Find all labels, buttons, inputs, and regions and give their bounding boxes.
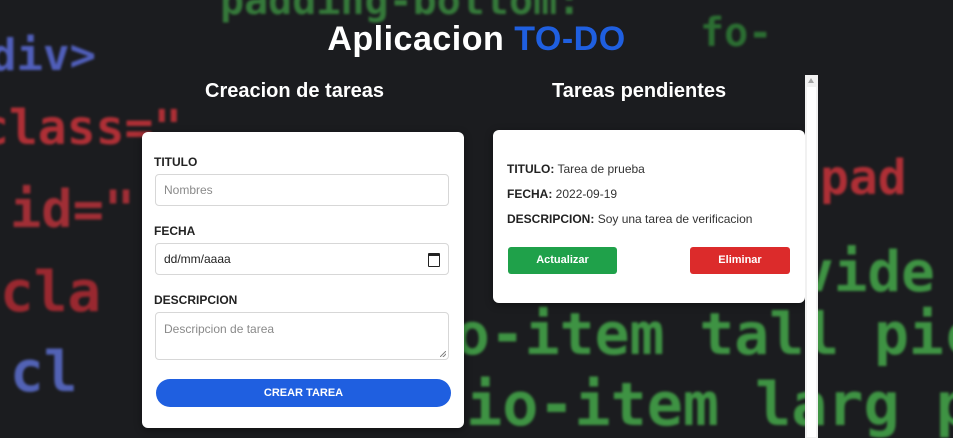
bg-code-line: lio-item larg pic [430,370,953,438]
page-title-accent: TO-DO [514,20,626,58]
create-task-button[interactable]: CREAR TAREA [156,379,451,407]
date-input[interactable]: dd/mm/aaaa [155,243,449,275]
task-title-key: TITULO: [507,162,555,176]
create-section-heading: Creacion de tareas [205,80,384,102]
create-task-form: TITULO Nombres FECHA dd/mm/aaaa DESCRIPC… [142,132,464,428]
scroll-up-icon[interactable] [808,78,814,83]
scrollbar-thumb[interactable] [807,87,816,437]
task-description-line: DESCRIPCION: Soy una tarea de verificaci… [507,212,752,226]
description-label: DESCRIPCION [154,293,238,307]
task-date-key: FECHA: [507,187,553,201]
bg-code-line: vide [800,240,935,305]
description-placeholder: Descripcion de tarea [164,322,275,336]
date-input-value: dd/mm/aaaa [164,252,231,266]
bg-code-line: id=" [10,180,136,240]
description-textarea[interactable]: Descripcion de tarea [155,312,449,360]
date-label: FECHA [154,224,196,238]
title-label: TITULO [154,155,198,169]
bg-code-line: io-item tall pictu [420,300,953,368]
page-title-main: Aplicacion [327,20,505,58]
pending-section-heading: Tareas pendientes [552,80,727,102]
task-card: TITULO: Tarea de prueba FECHA: 2022-09-1… [493,130,805,303]
title-input[interactable]: Nombres [155,174,449,206]
tasks-scrollbar[interactable] [805,75,818,438]
resize-handle-icon[interactable] [440,351,446,357]
task-title-line: TITULO: Tarea de prueba [507,162,645,176]
bg-code-line: pad [820,150,907,206]
task-description-value: Soy una tarea de verificacion [597,212,753,226]
bg-code-line: cla [0,260,102,325]
task-date-value: 2022-09-19 [555,187,618,201]
bg-code-line: cl [10,340,78,405]
page-title: Aplicacion TO-DO [0,20,953,59]
delete-task-button[interactable]: Eliminar [690,247,790,274]
task-description-key: DESCRIPCION: [507,212,595,226]
update-task-button[interactable]: Actualizar [508,247,617,274]
task-title-value: Tarea de prueba [557,162,645,176]
task-date-line: FECHA: 2022-09-19 [507,187,617,201]
calendar-icon[interactable] [428,253,440,267]
